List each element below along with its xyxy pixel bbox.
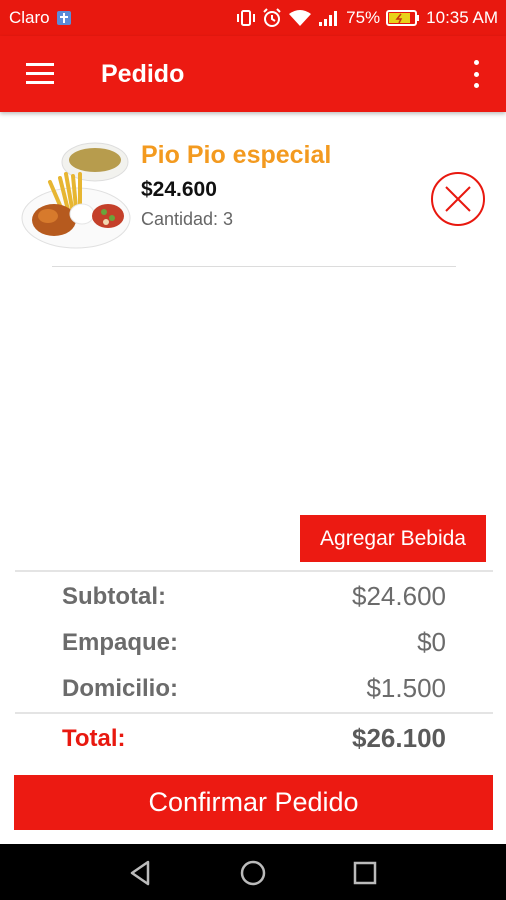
summary-total-divider xyxy=(15,712,493,714)
carrier-label: Claro xyxy=(9,8,50,27)
total-label: Total: xyxy=(62,724,126,752)
subtotal-row: Subtotal: $24.600 xyxy=(62,581,446,612)
summary-top-divider xyxy=(15,570,493,572)
battery-icon xyxy=(386,9,420,27)
item-price: $24.600 xyxy=(141,178,217,201)
system-nav-bar xyxy=(0,844,506,900)
total-value: $26.100 xyxy=(352,723,446,753)
item-name: Pio Pio especial xyxy=(141,141,332,169)
remove-circle-x-icon[interactable] xyxy=(429,170,487,228)
packaging-row: Empaque: $0 xyxy=(62,627,446,658)
food-plate-image xyxy=(21,142,131,249)
back-icon[interactable] xyxy=(126,858,156,888)
delivery-label: Domicilio: xyxy=(62,674,179,702)
delivery-value: $1.500 xyxy=(366,673,446,703)
signal-icon xyxy=(318,9,340,27)
packaging-label: Empaque: xyxy=(62,628,179,656)
home-icon[interactable] xyxy=(238,858,268,888)
item-quantity: Cantidad: 3 xyxy=(141,209,234,229)
clock-time: 10:35 AM xyxy=(426,8,498,27)
alarm-icon xyxy=(262,8,282,28)
order-item: Pio Pio especial $24.600 Cantidad: 3 xyxy=(20,138,490,268)
subtotal-label: Subtotal: xyxy=(62,582,166,610)
battery-percent: 75% xyxy=(346,8,381,27)
hamburger-menu-icon[interactable] xyxy=(26,63,54,85)
confirm-order-button[interactable]: Confirmar Pedido xyxy=(14,775,493,830)
item-divider xyxy=(52,266,456,267)
page-title: Pedido xyxy=(101,60,185,88)
subtotal-value: $24.600 xyxy=(352,581,446,611)
notification-icon xyxy=(56,10,72,26)
add-drink-button[interactable]: Agregar Bebida xyxy=(300,515,486,562)
total-row: Total: $26.100 xyxy=(62,723,446,754)
status-bar: Claro 75% 10:35 AM xyxy=(0,0,506,36)
app-bar: Pedido xyxy=(0,36,506,112)
wifi-icon xyxy=(288,9,312,27)
packaging-value: $0 xyxy=(417,627,446,657)
delivery-row: Domicilio: $1.500 xyxy=(62,673,446,704)
more-vert-icon[interactable] xyxy=(468,60,484,88)
vibrate-icon xyxy=(236,9,256,27)
recents-icon[interactable] xyxy=(350,858,380,888)
